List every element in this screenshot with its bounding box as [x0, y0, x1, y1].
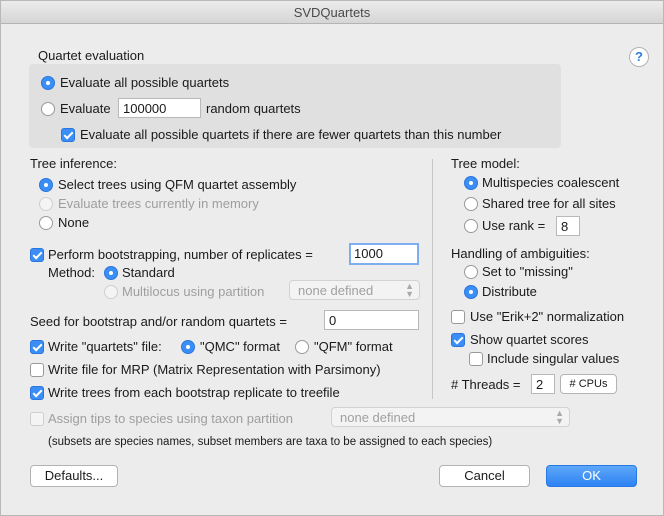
- shared-tree-label: Shared tree for all sites: [482, 196, 616, 211]
- shared-tree-radio[interactable]: [464, 197, 478, 211]
- qfm-format-label: "QFM" format: [314, 339, 393, 354]
- updown-arrows-icon: ▲ ▼: [405, 281, 414, 299]
- replicates-input[interactable]: 1000: [349, 243, 419, 265]
- use-rank-radio[interactable]: [464, 219, 478, 233]
- evaluate-fewer-checkbox[interactable]: [61, 128, 75, 142]
- svdquartets-dialog: SVDQuartets Quartet evaluation ? Evaluat…: [0, 0, 664, 516]
- threads-input[interactable]: 2: [531, 374, 555, 394]
- method-standard-radio[interactable]: [104, 266, 118, 280]
- threads-label: # Threads =: [451, 377, 521, 392]
- assign-species-checkbox[interactable]: [30, 412, 44, 426]
- method-standard-label: Standard: [122, 265, 175, 280]
- set-missing-label: Set to "missing": [482, 264, 573, 279]
- set-missing-radio[interactable]: [464, 265, 478, 279]
- assign-species-label: Assign tips to species using taxon parti…: [48, 411, 293, 426]
- write-quartets-label: Write "quartets" file:: [48, 339, 162, 354]
- updown-arrows-icon: ▲ ▼: [555, 408, 564, 426]
- show-scores-checkbox[interactable]: [451, 333, 465, 347]
- distribute-label: Distribute: [482, 284, 537, 299]
- rank-input[interactable]: 8: [556, 216, 580, 236]
- tree-model-heading: Tree model:: [451, 156, 520, 171]
- erik-normalization-checkbox[interactable]: [451, 310, 465, 324]
- write-trees-label: Write trees from each bootstrap replicat…: [48, 385, 340, 400]
- window-title: SVDQuartets: [293, 5, 371, 20]
- partition-popup[interactable]: none defined ▲ ▼: [289, 280, 420, 300]
- cpus-button[interactable]: # CPUs: [560, 374, 617, 394]
- column-divider: [432, 159, 433, 399]
- write-quartets-checkbox[interactable]: [30, 340, 44, 354]
- qmc-format-label: "QMC" format: [200, 339, 281, 354]
- singular-values-label: Include singular values: [487, 351, 620, 366]
- qfm-assembly-radio[interactable]: [39, 178, 53, 192]
- quartet-evaluation-heading: Quartet evaluation: [38, 48, 145, 63]
- trees-in-memory-radio[interactable]: [39, 197, 53, 211]
- trees-in-memory-label: Evaluate trees currently in memory: [58, 196, 259, 211]
- evaluate-random-label: Evaluate: [60, 101, 111, 116]
- seed-input[interactable]: 0: [324, 310, 419, 330]
- distribute-radio[interactable]: [464, 285, 478, 299]
- help-button[interactable]: ?: [629, 47, 649, 67]
- write-trees-checkbox[interactable]: [30, 386, 44, 400]
- erik-normalization-label: Use "Erik+2" normalization: [470, 309, 625, 324]
- evaluate-random-radio[interactable]: [41, 102, 55, 116]
- evaluate-fewer-label: Evaluate all possible quartets if there …: [80, 127, 502, 142]
- write-mrp-checkbox[interactable]: [30, 363, 44, 377]
- multispecies-radio[interactable]: [464, 176, 478, 190]
- qfm-format-radio[interactable]: [295, 340, 309, 354]
- method-label: Method:: [48, 265, 95, 280]
- cancel-button[interactable]: Cancel: [439, 465, 530, 487]
- defaults-button[interactable]: Defaults...: [30, 465, 118, 487]
- method-multilocus-radio[interactable]: [104, 285, 118, 299]
- species-partition-popup[interactable]: none defined ▲ ▼: [331, 407, 570, 427]
- partition-popup-value: none defined: [298, 283, 374, 298]
- random-quartets-label: random quartets: [206, 101, 301, 116]
- tree-inference-heading: Tree inference:: [30, 156, 117, 171]
- ok-button[interactable]: OK: [546, 465, 637, 487]
- ambiguities-heading: Handling of ambiguities:: [451, 246, 590, 261]
- write-mrp-label: Write file for MRP (Matrix Representatio…: [48, 362, 381, 377]
- qmc-format-radio[interactable]: [181, 340, 195, 354]
- qfm-assembly-label: Select trees using QFM quartet assembly: [58, 177, 297, 192]
- seed-label: Seed for bootstrap and/or random quartet…: [30, 314, 287, 329]
- species-note: (subsets are species names, subset membe…: [48, 436, 493, 448]
- evaluate-all-radio[interactable]: [41, 76, 55, 90]
- multispecies-label: Multispecies coalescent: [482, 175, 620, 190]
- bootstrap-label: Perform bootstrapping, number of replica…: [48, 247, 313, 262]
- none-label: None: [58, 215, 90, 230]
- none-radio[interactable]: [39, 216, 53, 230]
- species-popup-value: none defined: [340, 410, 416, 425]
- title-bar[interactable]: SVDQuartets: [1, 1, 663, 24]
- use-rank-label: Use rank =: [482, 218, 546, 233]
- bootstrap-checkbox[interactable]: [30, 248, 44, 262]
- evaluate-all-label: Evaluate all possible quartets: [60, 75, 230, 90]
- random-quartets-input[interactable]: 100000: [118, 98, 201, 118]
- method-multilocus-label: Multilocus using partition: [122, 284, 265, 299]
- singular-values-checkbox[interactable]: [469, 352, 483, 366]
- show-scores-label: Show quartet scores: [470, 332, 589, 347]
